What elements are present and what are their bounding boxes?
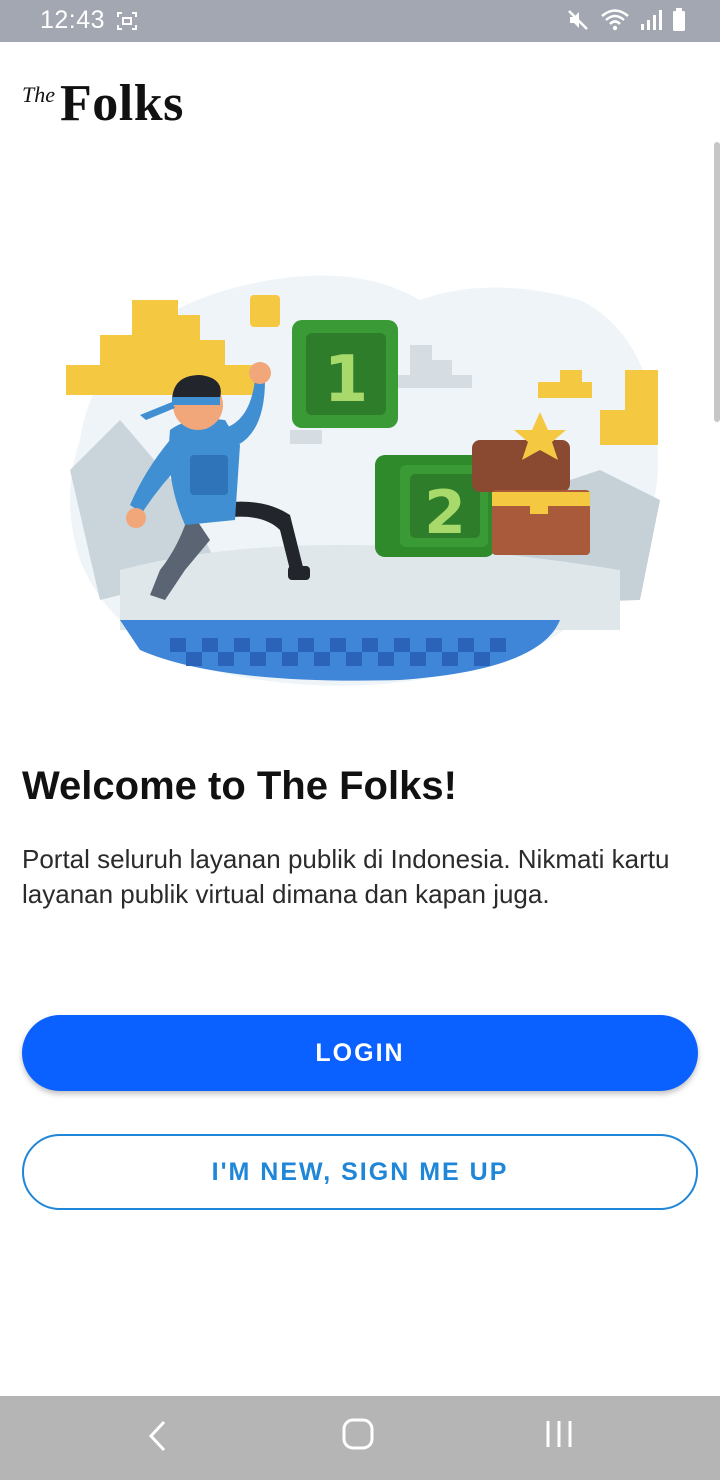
screenshot-icon bbox=[117, 12, 137, 30]
recent-apps-icon[interactable] bbox=[544, 1418, 576, 1450]
navigation-bar bbox=[0, 1396, 720, 1480]
home-icon[interactable] bbox=[340, 1416, 376, 1452]
status-bar: 12:43 bbox=[0, 0, 720, 42]
welcome-description: Portal seluruh layanan publik di Indones… bbox=[22, 844, 670, 909]
scrollbar[interactable] bbox=[714, 142, 720, 422]
mute-icon bbox=[568, 10, 588, 30]
welcome-title: Welcome to The Folks! bbox=[22, 764, 457, 808]
logo-the-text: The bbox=[22, 82, 55, 107]
back-icon[interactable] bbox=[146, 1418, 168, 1454]
grey-cloud-small bbox=[290, 430, 322, 444]
login-button[interactable]: LOGIN bbox=[22, 1015, 698, 1091]
signup-button[interactable]: I'M NEW, SIGN ME UP bbox=[22, 1134, 698, 1210]
treasure-chest-lid bbox=[472, 440, 570, 492]
wifi-icon bbox=[601, 9, 629, 31]
battery-icon bbox=[673, 8, 685, 31]
yellow-block-small bbox=[250, 295, 280, 327]
signal-icon bbox=[641, 10, 662, 30]
hero-illustration: 1 2 bbox=[66, 275, 660, 686]
block-1-number: 1 bbox=[324, 343, 369, 417]
logo-folks-text: Folks bbox=[60, 75, 184, 132]
block-2-number: 2 bbox=[424, 478, 466, 548]
status-time: 12:43 bbox=[40, 6, 106, 34]
